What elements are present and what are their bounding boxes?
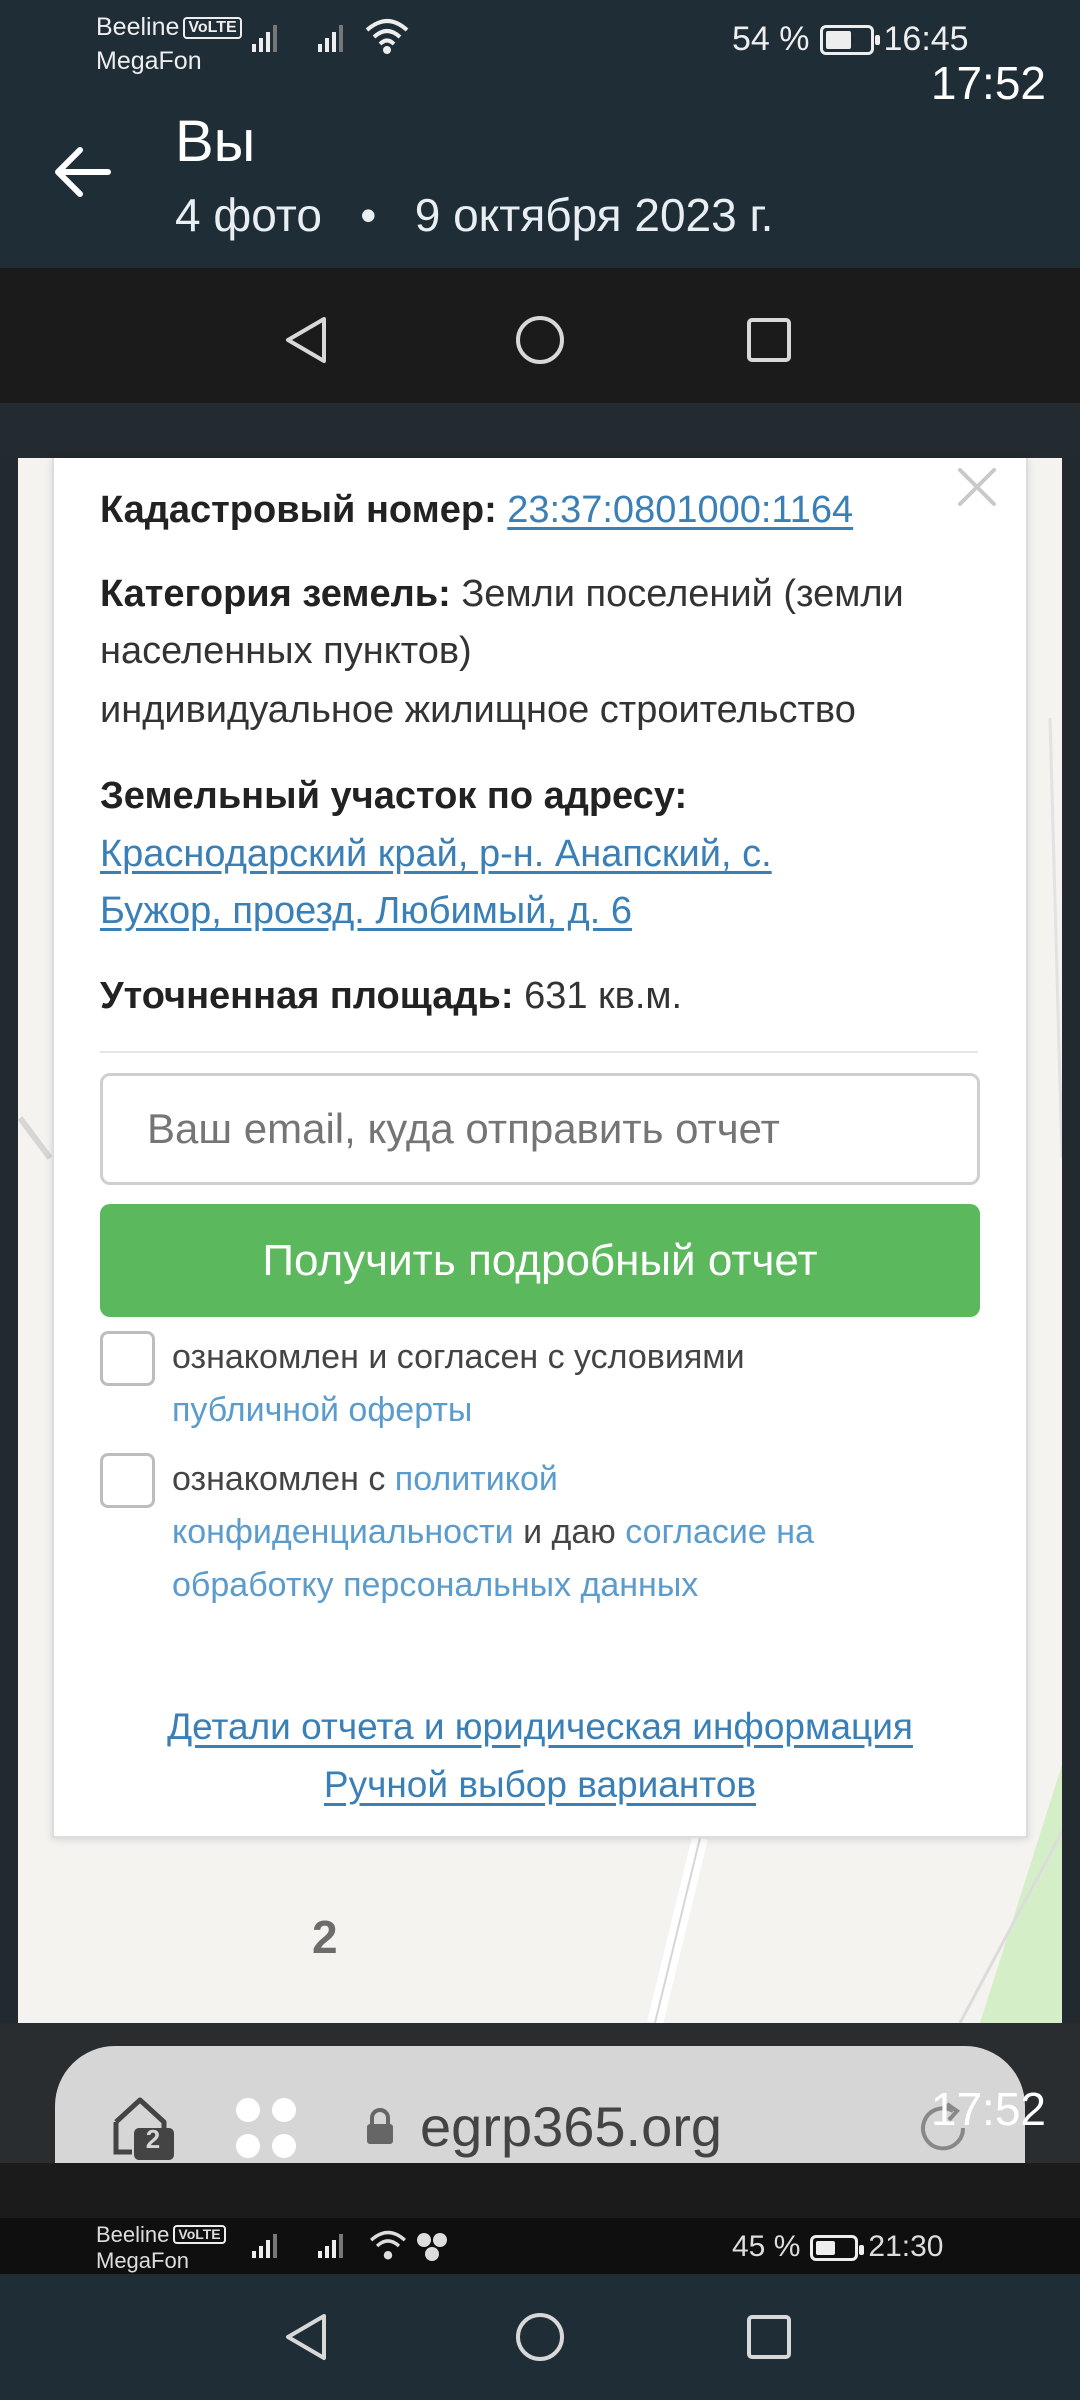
battery-icon <box>819 25 880 55</box>
map-edge-right <box>1062 458 1080 2023</box>
address-line-1[interactable]: Краснодарский край, р-н. Анапский, с. <box>100 833 772 875</box>
offer-consent-text: ознакомлен и согласен с условиями публич… <box>172 1331 972 1437</box>
url-text[interactable]: egrp365.org <box>420 2094 722 2159</box>
volte-badge-2: VoLTE <box>173 2225 226 2244</box>
wifi-icon-2 <box>370 2230 406 2260</box>
embedded-clock-2: 17:52 <box>930 2083 1046 2135</box>
nav-back-icon[interactable] <box>282 2312 330 2362</box>
data-processing-link-a[interactable]: согласие на <box>625 1513 814 1551</box>
map-label: 2 <box>312 1911 338 1963</box>
signal-icon-2 <box>318 22 343 57</box>
signal-icon-3 <box>252 2232 277 2263</box>
cadastral-label: Кадастровый номер: <box>100 489 497 531</box>
offer-consent-label: ознакомлен и согласен с условиями <box>172 1338 745 1376</box>
cadastral-number-row: Кадастровый номер: 23:37:0801000:1164 <box>100 482 980 539</box>
address-link[interactable]: Краснодарский край, р-н. Анапский, с. Бу… <box>100 826 980 940</box>
nav-home-icon[interactable] <box>514 2311 566 2363</box>
battery-percent: 54 % <box>732 20 810 58</box>
divider <box>100 1051 978 1053</box>
data-processing-link-b[interactable]: обработку персональных данных <box>172 1566 698 1604</box>
area-value: 631 кв.м. <box>524 975 683 1017</box>
get-report-button[interactable]: Получить подробный отчет <box>100 1204 980 1317</box>
battery-icon-2 <box>810 2235 865 2261</box>
area-label: Уточненная площадь: <box>100 975 514 1017</box>
address-label: Земельный участок по адресу: <box>100 775 688 817</box>
lock-icon <box>367 2108 393 2144</box>
status-bar: Beeline VoLTE MegaFon 54 % 16:45 <box>0 0 1080 90</box>
tab-count: 2 <box>145 2124 161 2154</box>
manual-selection-link[interactable]: Ручной выбор вариантов <box>100 1756 980 1814</box>
privacy-consent-text: ознакомлен с политикой конфиденциальност… <box>172 1453 972 1612</box>
land-category-row: Категория земель: Земли поселений (земли… <box>100 566 980 680</box>
recents-square-icon <box>747 318 791 362</box>
carrier-name-1: Beeline <box>96 13 180 41</box>
carrier-info: Beeline VoLTE MegaFon <box>96 10 242 78</box>
signal-icon-4 <box>318 2232 343 2263</box>
address-line-2[interactable]: Бужор, проезд. Любимый, д. 6 <box>100 890 632 932</box>
category-label: Категория земель: <box>100 573 451 615</box>
embedded-nav-bar <box>0 268 1080 403</box>
privacy-policy-link-b[interactable]: конфиденциальности <box>172 1513 514 1551</box>
gallery-header: Вы 4 фото • 9 октября 2023 г. <box>0 90 1080 268</box>
privacy-consent-checkbox[interactable] <box>100 1453 155 1508</box>
privacy-consent-label-a: ознакомлен с <box>172 1460 386 1498</box>
separator-strip-2 <box>0 2163 1080 2218</box>
apps-icon[interactable] <box>232 2094 302 2164</box>
system-nav-bar <box>0 2274 1080 2400</box>
area-row: Уточненная площадь: 631 кв.м. <box>100 968 980 1025</box>
photo-info: 4 фото • 9 октября 2023 г. <box>175 189 774 241</box>
public-offer-link[interactable]: публичной оферты <box>172 1391 472 1429</box>
privacy-consent-label-b: и даю <box>523 1513 616 1551</box>
battery-status: 54 % 16:45 <box>732 20 969 59</box>
app-notification-icon <box>417 2233 447 2261</box>
nav-recents-icon[interactable] <box>746 2314 792 2360</box>
offer-consent-checkbox[interactable] <box>100 1331 155 1386</box>
carrier-name-2: MegaFon <box>96 47 202 75</box>
home-circle-icon <box>516 316 564 364</box>
email-input[interactable] <box>100 1073 980 1185</box>
carrier-info-2: Beeline VoLTE MegaFon <box>96 2222 226 2274</box>
land-usage: индивидуальное жилищное строительство <box>100 689 856 731</box>
privacy-policy-link-a[interactable]: политикой <box>395 1460 558 1498</box>
separator-strip <box>0 403 1080 458</box>
battery-status-2: 45 % 21:30 <box>732 2230 943 2264</box>
page-title: Вы <box>175 109 256 174</box>
signal-icon <box>252 22 277 57</box>
carrier2-name-1: Beeline <box>96 2222 170 2247</box>
clock: 16:45 <box>883 20 969 58</box>
map-edge-left <box>0 458 18 2023</box>
status-bar-2: Beeline VoLTE MegaFon 45 % 21:30 <box>0 2218 1080 2274</box>
wifi-icon <box>365 19 409 54</box>
clock-2: 21:30 <box>868 2230 944 2263</box>
report-details-link[interactable]: Детали отчета и юридическая информация <box>100 1698 980 1756</box>
volte-badge: VoLTE <box>183 17 242 39</box>
embedded-clock: 17:52 <box>930 57 1046 109</box>
back-arrow-icon[interactable] <box>50 140 114 204</box>
carrier2-name-2: MegaFon <box>96 2248 189 2273</box>
battery-percent-2: 45 % <box>732 2230 801 2263</box>
cadastral-number-link[interactable]: 23:37:0801000:1164 <box>507 489 853 531</box>
back-triangle-icon <box>286 317 326 363</box>
